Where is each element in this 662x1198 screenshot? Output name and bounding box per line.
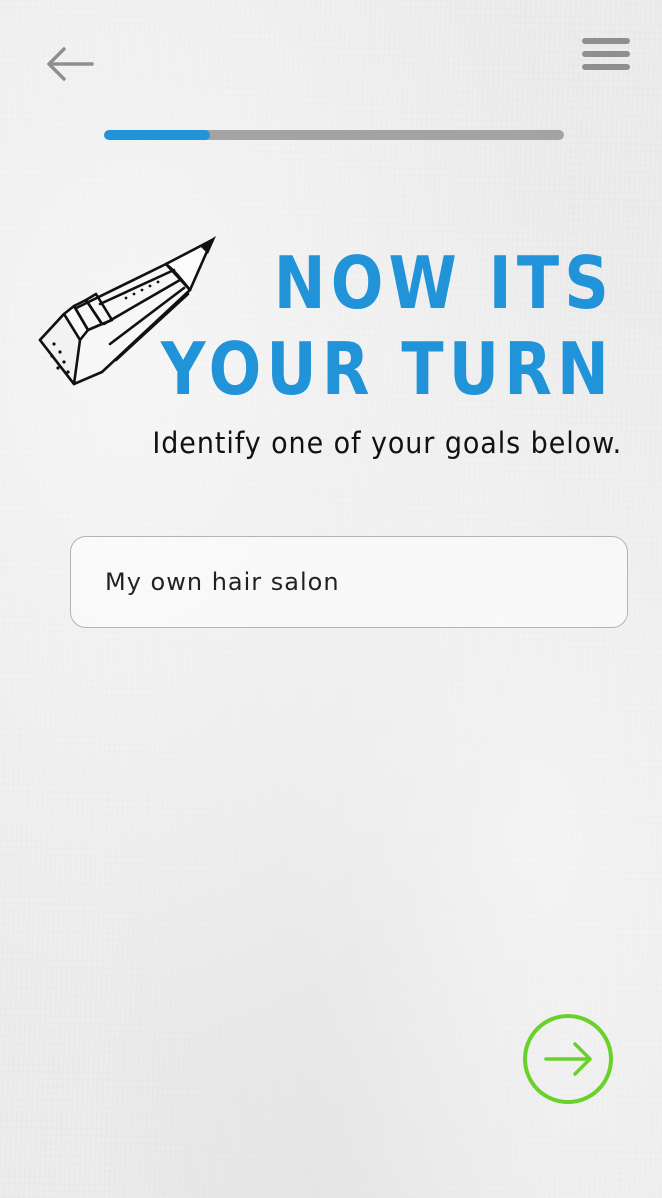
page-title-line-2: YOUR TURN	[160, 327, 614, 411]
page-title-line-1: NOW ITS	[273, 241, 614, 325]
progress-bar-fill	[104, 130, 210, 140]
back-button[interactable]	[44, 44, 96, 84]
instruction-text: Identify one of your goals below.	[152, 426, 622, 460]
goal-input[interactable]	[70, 536, 628, 628]
hamburger-menu-icon	[582, 38, 630, 70]
arrow-right-circle-icon	[523, 1014, 613, 1104]
arrow-left-icon	[47, 47, 94, 81]
progress-bar	[104, 130, 564, 140]
next-button[interactable]	[522, 1013, 614, 1105]
page-title: NOW ITS YOUR TURN	[161, 240, 614, 412]
menu-button[interactable]	[580, 36, 632, 74]
